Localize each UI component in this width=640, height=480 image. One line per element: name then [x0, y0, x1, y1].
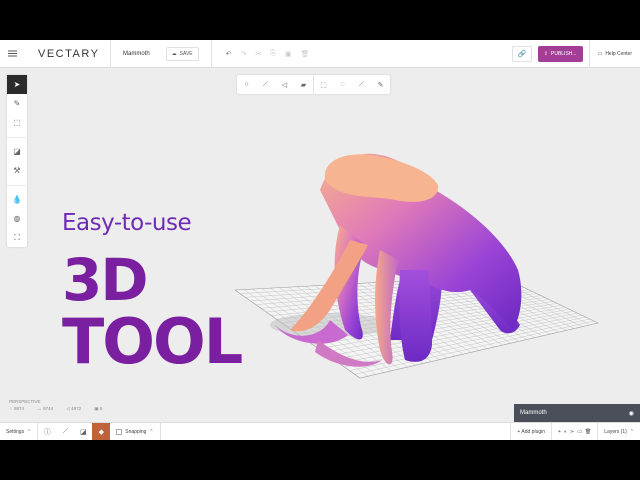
edge-count: ↔ 9744 [37, 406, 54, 411]
share-link-button[interactable]: 🔗 [511, 45, 532, 62]
eye-icon[interactable]: ◉ [629, 410, 634, 417]
grid-toggle-icon[interactable]: ⟋ [56, 423, 74, 441]
hamburger-menu-icon[interactable] [0, 40, 24, 68]
viewport-info: PERSPECTIVE ⁘ 8874 ↔ 9744 ◁ 4872 ▣ 8 [9, 398, 114, 412]
layers-label: Layers (1) [604, 428, 627, 435]
logo: VECTARY [38, 47, 100, 60]
help-icon: ▭ [597, 50, 603, 57]
select-tool-icon[interactable]: ➤ [7, 75, 27, 94]
sphere-tool-icon[interactable]: ◍ [7, 209, 27, 228]
material-view-icon[interactable]: ◪ [74, 423, 92, 441]
cut-icon[interactable]: ✂ [255, 50, 261, 58]
cube-tool-icon[interactable]: ⬚ [7, 113, 27, 132]
chevron-up-icon: ⌃ [629, 428, 634, 435]
pen-tool-icon[interactable]: ✎ [7, 94, 27, 113]
settings-dropdown[interactable]: Settings ⌃ [0, 423, 37, 441]
camera-label: PERSPECTIVE [9, 399, 41, 404]
layer-actions: + ◐ ⋗ ▭ 🗑 [552, 423, 597, 441]
redo-icon[interactable]: ↷ [241, 50, 247, 58]
brush-select-icon[interactable]: ⟋ [352, 75, 371, 94]
merge-icon[interactable]: ⋗ [570, 429, 574, 435]
upload-icon: ⇪ [543, 50, 548, 57]
link-icon: 🔗 [517, 50, 527, 58]
info-icon[interactable]: ⓘ [38, 423, 56, 441]
save-button[interactable]: ☁ SAVE [165, 46, 199, 61]
app-window: VECTARY Mammoth ☁ SAVE ↶ ↷ ✂ ⎘ ▣ 🗑 🔗 ⇪ P… [0, 40, 640, 440]
cloud-icon: ☁ [171, 50, 177, 57]
project-name[interactable]: Mammoth [111, 51, 166, 57]
edge-mode-icon[interactable]: ⟋ [256, 75, 275, 94]
publish-button[interactable]: ⇪ PUBLISH... [537, 45, 583, 62]
drop-tool-icon[interactable]: 💧 [7, 190, 27, 209]
frame-tool-icon[interactable]: ⛶ [7, 228, 27, 247]
help-center-link[interactable]: ▭ Help Center [590, 40, 640, 68]
material-tool-icon[interactable]: ◪ [7, 142, 27, 161]
save-label: SAVE [179, 50, 193, 57]
delete-icon[interactable]: 🗑 [301, 50, 310, 58]
paint-select-icon[interactable]: ✎ [371, 75, 390, 94]
object-count: ▣ 8 [94, 406, 103, 411]
snapping-label: Snapping [125, 428, 147, 435]
trash-icon[interactable]: 🗑 [585, 429, 591, 435]
rect-select-icon[interactable]: ⬚ [314, 75, 333, 94]
face-mode-icon[interactable]: ◁ [275, 75, 294, 94]
left-toolbar: ➤ ✎ ⬚ ◪ ⚒ 💧 ◍ ⛶ [7, 75, 27, 247]
snapping-toggle[interactable]: Snapping ⌃ [110, 423, 159, 441]
selection-mode-toolbar: ○ ⟋ ◁ ▰ ⬚ ◌ ⟋ ✎ [237, 75, 390, 94]
layer-name[interactable]: Mammoth [520, 410, 547, 416]
hero-title-line1: 3D [62, 246, 149, 314]
vertex-count: ⁘ 8874 [9, 406, 25, 411]
chevron-up-icon: ⌃ [149, 428, 154, 435]
hero-subtitle: Easy-to-use [62, 210, 192, 236]
undo-icon[interactable]: ↶ [226, 50, 232, 58]
folder-icon[interactable]: ▭ [577, 429, 582, 435]
render-view-icon[interactable]: ◆ [92, 422, 111, 440]
bottom-toolbar: Settings ⌃ ⓘ ⟋ ◪ ◆ Snapping ⌃ + Add plug… [0, 422, 640, 440]
publish-label: PUBLISH... [551, 50, 577, 57]
settings-label: Settings [6, 428, 25, 435]
hero-title-line2: TOOL [62, 305, 243, 378]
lasso-select-icon[interactable]: ◌ [333, 75, 352, 94]
top-toolbar: VECTARY Mammoth ☁ SAVE ↶ ↷ ✂ ⎘ ▣ 🗑 🔗 ⇪ P… [0, 40, 640, 68]
light-icon[interactable]: ◐ [564, 429, 567, 435]
help-label: Help Center [605, 50, 632, 57]
snapping-checkbox[interactable] [116, 428, 123, 435]
vertex-mode-icon[interactable]: ○ [237, 75, 256, 94]
viewport-canvas[interactable] [0, 40, 640, 440]
object-mode-icon[interactable]: ▰ [294, 75, 313, 94]
hammer-tool-icon[interactable]: ⚒ [7, 161, 27, 180]
divider [210, 40, 212, 68]
face-count: ◁ 4872 [66, 406, 82, 411]
paste-icon[interactable]: ▣ [285, 50, 292, 58]
chevron-up-icon: ⌃ [27, 428, 32, 435]
add-plugin-button[interactable]: + Add plugin [511, 423, 551, 441]
layers-dropdown[interactable]: Layers (1) ⌃ [598, 423, 640, 441]
add-layer-icon[interactable]: + [558, 429, 561, 435]
layers-panel-header[interactable]: Mammoth ◉ [514, 404, 640, 422]
copy-icon[interactable]: ⎘ [270, 50, 276, 58]
